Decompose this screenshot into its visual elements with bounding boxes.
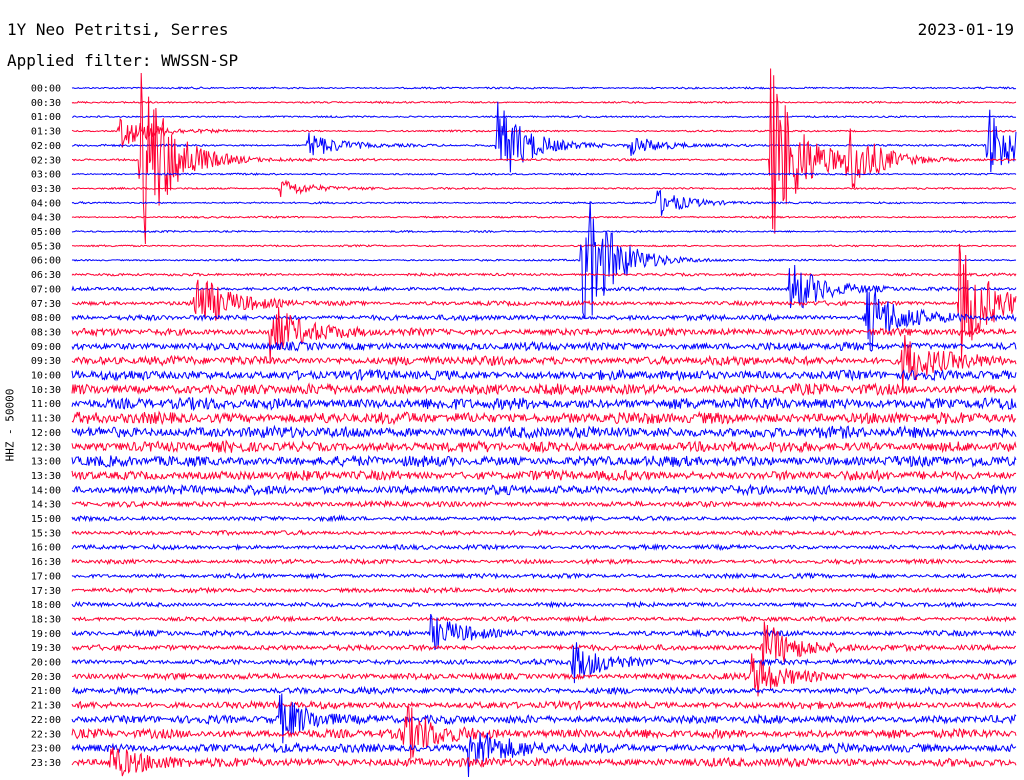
trace-row bbox=[71, 699, 1017, 711]
trace-row bbox=[71, 483, 1017, 497]
row-time-label: 20:00 bbox=[31, 658, 61, 669]
trace-row bbox=[71, 468, 1017, 483]
row-time-label: 21:00 bbox=[31, 686, 61, 697]
row-time-label: 02:30 bbox=[31, 155, 61, 166]
trace-row bbox=[71, 600, 1017, 609]
row-time-label: 07:00 bbox=[31, 284, 61, 295]
trace-row bbox=[71, 454, 1017, 468]
trace-row bbox=[71, 271, 1017, 278]
row-time-label: 03:00 bbox=[31, 170, 61, 181]
row-time-label: 18:30 bbox=[31, 614, 61, 625]
row-time-label: 05:00 bbox=[31, 227, 61, 238]
trace-row bbox=[71, 229, 1017, 234]
trace-row bbox=[71, 86, 1017, 90]
row-time-label: 14:30 bbox=[31, 500, 61, 511]
row-time-label: 08:00 bbox=[31, 313, 61, 324]
trace-layer bbox=[71, 68, 1017, 778]
row-time-label: 16:30 bbox=[31, 557, 61, 568]
row-time-label: 06:00 bbox=[31, 256, 61, 267]
trace-row bbox=[71, 685, 1017, 696]
row-time-label: 15:30 bbox=[31, 528, 61, 539]
trace-row bbox=[71, 614, 1017, 623]
row-time-label: 19:30 bbox=[31, 643, 61, 654]
trace-row bbox=[71, 543, 1017, 552]
trace-row bbox=[71, 621, 1017, 677]
row-time-label: 17:00 bbox=[31, 571, 61, 582]
helicorder-plot: 00:00 00:30 01:00 01:30 02:00 02:30 03:00 03:30… bbox=[31, 68, 1017, 778]
row-time-label: 01:00 bbox=[31, 112, 61, 123]
row-time-label: 14:00 bbox=[31, 485, 61, 496]
trace-row bbox=[71, 179, 1017, 198]
trace-row bbox=[71, 557, 1017, 566]
row-time-label: 17:30 bbox=[31, 586, 61, 597]
row-time-label: 02:00 bbox=[31, 141, 61, 152]
trace-row bbox=[71, 340, 1017, 352]
trace-row bbox=[71, 172, 1017, 176]
row-time-label: 10:00 bbox=[31, 371, 61, 382]
trace-row bbox=[71, 101, 1017, 173]
row-time-label: 00:30 bbox=[31, 98, 61, 109]
row-time-label: 15:00 bbox=[31, 514, 61, 525]
trace-row bbox=[71, 396, 1017, 412]
row-time-label: 20:30 bbox=[31, 672, 61, 683]
row-time-label: 04:30 bbox=[31, 213, 61, 224]
trace-row bbox=[71, 424, 1017, 440]
trace-row bbox=[71, 586, 1017, 595]
trace-row bbox=[71, 114, 1017, 119]
row-time-label: 06:30 bbox=[31, 270, 61, 281]
row-time-label: 11:30 bbox=[31, 414, 61, 425]
trace-row bbox=[71, 382, 1017, 397]
row-time-label: 00:00 bbox=[31, 84, 61, 95]
trace-row bbox=[71, 410, 1017, 426]
trace-row bbox=[71, 499, 1017, 510]
trace-row bbox=[71, 572, 1017, 580]
row-time-label: 12:30 bbox=[31, 442, 61, 453]
trace-row bbox=[71, 215, 1017, 219]
row-time-label: 19:00 bbox=[31, 629, 61, 640]
row-time-label: 09:00 bbox=[31, 342, 61, 353]
row-time-label: 08:30 bbox=[31, 327, 61, 338]
trace-row bbox=[71, 732, 1017, 778]
row-time-label: 01:30 bbox=[31, 127, 61, 138]
row-time-label: 09:30 bbox=[31, 356, 61, 367]
row-time-label: 03:30 bbox=[31, 184, 61, 195]
row-time-label: 23:00 bbox=[31, 744, 61, 755]
row-time-label: 22:30 bbox=[31, 729, 61, 740]
row-time-label: 10:30 bbox=[31, 385, 61, 396]
row-time-label: 11:00 bbox=[31, 399, 61, 410]
time-tick-labels: 00:00 00:30 01:00 01:30 02:00 02:30 03:00 03:30… bbox=[31, 84, 61, 769]
trace-row bbox=[71, 368, 1017, 382]
row-time-label: 16:00 bbox=[31, 543, 61, 554]
row-time-label: 13:30 bbox=[31, 471, 61, 482]
row-time-label: 12:00 bbox=[31, 428, 61, 439]
row-time-label: 13:00 bbox=[31, 457, 61, 468]
trace-row bbox=[71, 514, 1017, 523]
row-time-label: 23:30 bbox=[31, 758, 61, 769]
trace-row bbox=[71, 100, 1017, 105]
trace-row bbox=[71, 528, 1017, 537]
trace-row bbox=[71, 334, 1017, 391]
trace-row bbox=[71, 439, 1017, 454]
row-time-label: 05:30 bbox=[31, 241, 61, 252]
row-time-label: 18:00 bbox=[31, 600, 61, 611]
row-time-label: 07:30 bbox=[31, 299, 61, 310]
trace-row bbox=[71, 189, 1017, 216]
trace-row bbox=[71, 307, 1017, 363]
row-time-label: 04:00 bbox=[31, 198, 61, 209]
trace-row bbox=[71, 288, 1017, 352]
trace-row bbox=[71, 244, 1017, 248]
row-time-label: 22:00 bbox=[31, 715, 61, 726]
row-time-label: 21:30 bbox=[31, 701, 61, 712]
